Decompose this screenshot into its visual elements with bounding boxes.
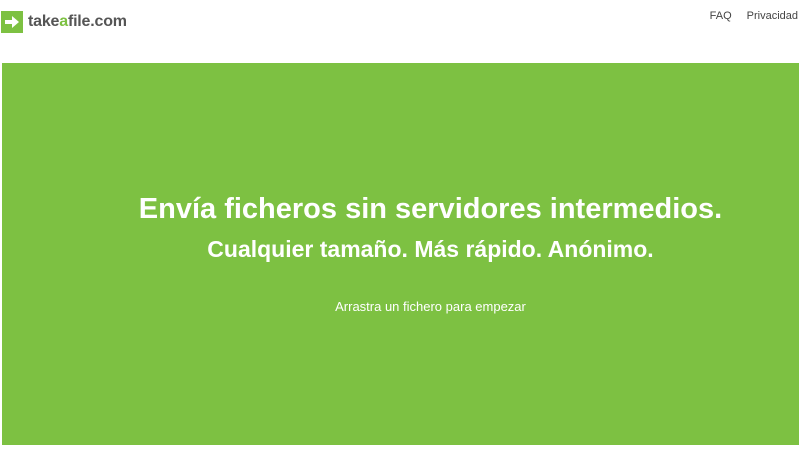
hero-headline: Envía ficheros sin servidores intermedio… [138,193,723,225]
hero-subheadline: Cualquier tamaño. Más rápido. Anónimo. [207,236,654,262]
site-logo-text: takeafile.com [28,13,127,31]
logo-text-part: take [28,13,60,30]
nav-link-privacy[interactable]: Privacidad [747,10,798,22]
file-drop-zone[interactable]: Envía ficheros sin servidores intermedio… [2,63,799,445]
arrow-right-icon [1,11,23,33]
drop-hint-text: Arrastra un fichero para empezar [335,299,526,314]
header: takeafile.com FAQ Privacidad [0,0,800,62]
logo-text-part: file.com [67,13,127,30]
top-nav: FAQ Privacidad [695,10,798,22]
logo-text-accent: a [59,13,68,30]
site-logo-link[interactable]: takeafile.com [1,8,127,36]
page: takeafile.com FAQ Privacidad Envía fiche… [0,0,800,450]
nav-link-faq[interactable]: FAQ [710,10,732,22]
